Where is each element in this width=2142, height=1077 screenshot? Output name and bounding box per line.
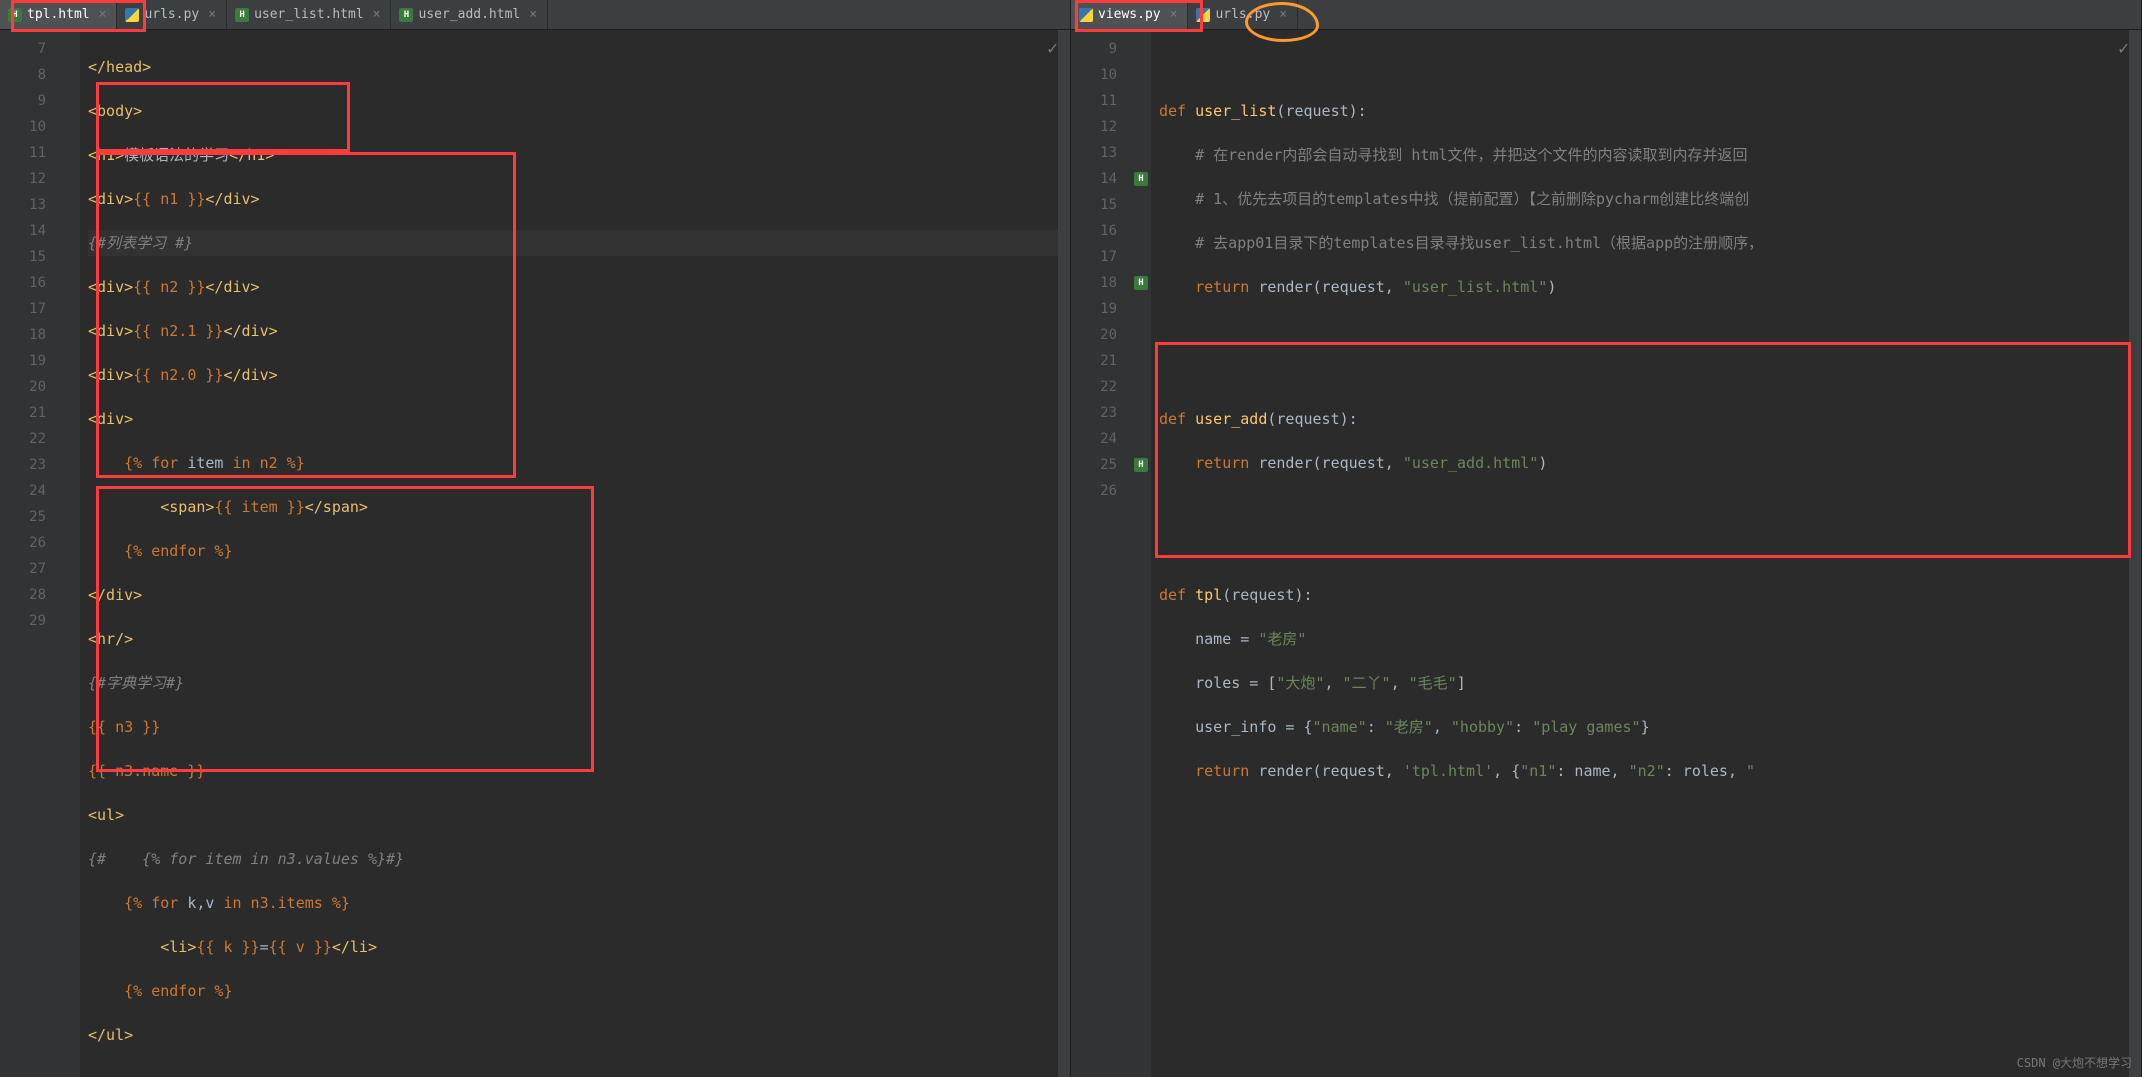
check-icon: ✓ [2118, 38, 2129, 59]
html-icon: H [8, 8, 22, 22]
scrollbar[interactable] [1058, 30, 1070, 1077]
tab-label: user_list.html [254, 7, 364, 22]
html-icon: H [399, 8, 413, 22]
tab-label: tpl.html [27, 7, 90, 22]
fold-gutter [60, 30, 80, 1077]
right-pane: views.py × urls.py × 9101112131415161718… [1071, 0, 2142, 1077]
left-tabs: H tpl.html × urls.py × H user_list.html … [0, 0, 1070, 30]
close-icon[interactable]: × [529, 7, 537, 22]
tab-label: urls.py [1215, 7, 1270, 22]
close-icon[interactable]: × [373, 7, 381, 22]
tab-views-py[interactable]: views.py × [1071, 0, 1188, 29]
tab-urls-py[interactable]: urls.py × [117, 0, 227, 29]
python-icon [1079, 8, 1093, 22]
python-icon [125, 8, 139, 22]
watermark: CSDN @大炮不想学习 [2017, 1054, 2132, 1071]
tab-urls-py-right[interactable]: urls.py × [1188, 0, 1298, 29]
python-icon [1196, 8, 1210, 22]
fold-gutter: HHH [1131, 30, 1151, 1077]
line-gutter: 91011121314151617181920212223242526 [1071, 30, 1131, 1077]
tab-tpl-html[interactable]: H tpl.html × [0, 0, 117, 29]
right-editor[interactable]: 91011121314151617181920212223242526 HHH … [1071, 30, 2141, 1077]
check-icon: ✓ [1047, 38, 1058, 59]
close-icon[interactable]: × [1279, 7, 1287, 22]
left-pane: H tpl.html × urls.py × H user_list.html … [0, 0, 1071, 1077]
left-editor[interactable]: 7891011121314151617181920212223242526272… [0, 30, 1070, 1077]
tab-user-add-html[interactable]: H user_add.html × [391, 0, 548, 29]
tab-label: user_add.html [418, 7, 520, 22]
tab-label: urls.py [144, 7, 199, 22]
close-icon[interactable]: × [208, 7, 216, 22]
line-gutter: 7891011121314151617181920212223242526272… [0, 30, 60, 1077]
html-icon: H [235, 8, 249, 22]
close-icon[interactable]: × [99, 7, 107, 22]
tab-user-list-html[interactable]: H user_list.html × [227, 0, 391, 29]
close-icon[interactable]: × [1170, 7, 1178, 22]
tab-label: views.py [1098, 7, 1161, 22]
right-tabs: views.py × urls.py × [1071, 0, 2141, 30]
code-area[interactable]: </head> <body> <h1>模板语法的学习</h1> <div>{{ … [80, 30, 1070, 1077]
code-area[interactable]: def user_list(request): # 在render内部会自动寻找… [1151, 30, 2141, 1077]
scrollbar[interactable] [2129, 30, 2141, 1077]
ide-root: H tpl.html × urls.py × H user_list.html … [0, 0, 2142, 1077]
